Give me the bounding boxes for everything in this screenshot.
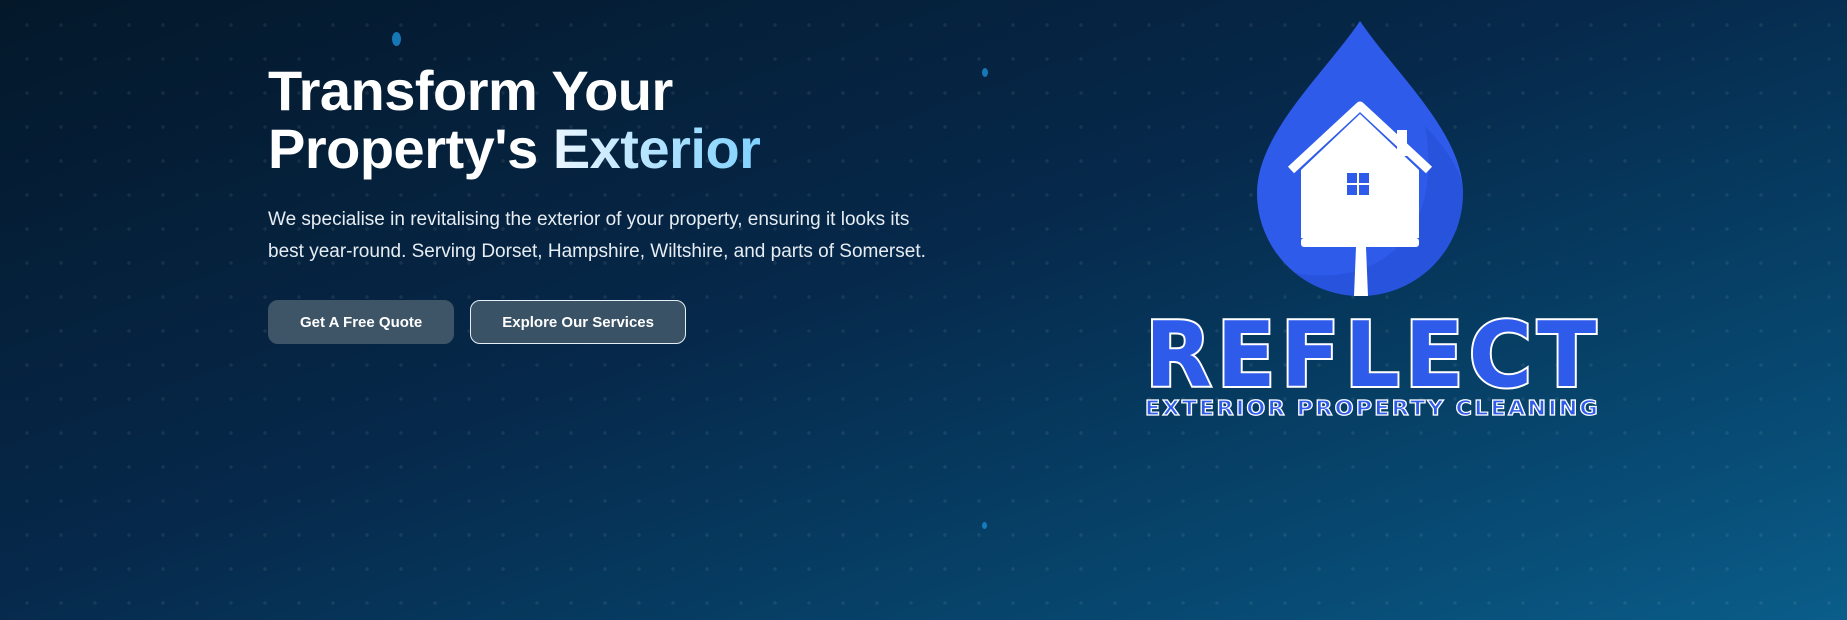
floating-dot	[392, 32, 401, 46]
hero-content: Transform Your Property's Exterior We sp…	[268, 62, 948, 344]
floating-dot	[982, 522, 987, 529]
logo-tagline: EXTERIOR PROPERTY CLEANING	[1145, 396, 1600, 418]
hero-title: Transform Your Property's Exterior	[268, 62, 948, 178]
hero-title-line1: Transform Your	[268, 59, 673, 122]
floating-dot	[982, 68, 988, 77]
hero-title-accent: Exterior	[552, 117, 761, 180]
house-droplet-icon: REFLECT EXTERIOR PROPERTY CLEANING	[1143, 21, 1601, 421]
hero-description: We specialise in revitalising the exteri…	[268, 209, 926, 262]
hero-title-line2: Property's	[268, 117, 553, 180]
logo-brand-name: REFLECT	[1145, 303, 1601, 408]
explore-services-button[interactable]: Explore Our Services	[470, 300, 686, 344]
get-free-quote-button[interactable]: Get A Free Quote	[268, 300, 455, 344]
hero-buttons: Get A Free Quote Explore Our Services	[268, 300, 948, 344]
hero-section: Transform Your Property's Exterior We sp…	[0, 0, 1847, 620]
reflect-logo: REFLECT EXTERIOR PROPERTY CLEANING	[1125, 18, 1605, 421]
